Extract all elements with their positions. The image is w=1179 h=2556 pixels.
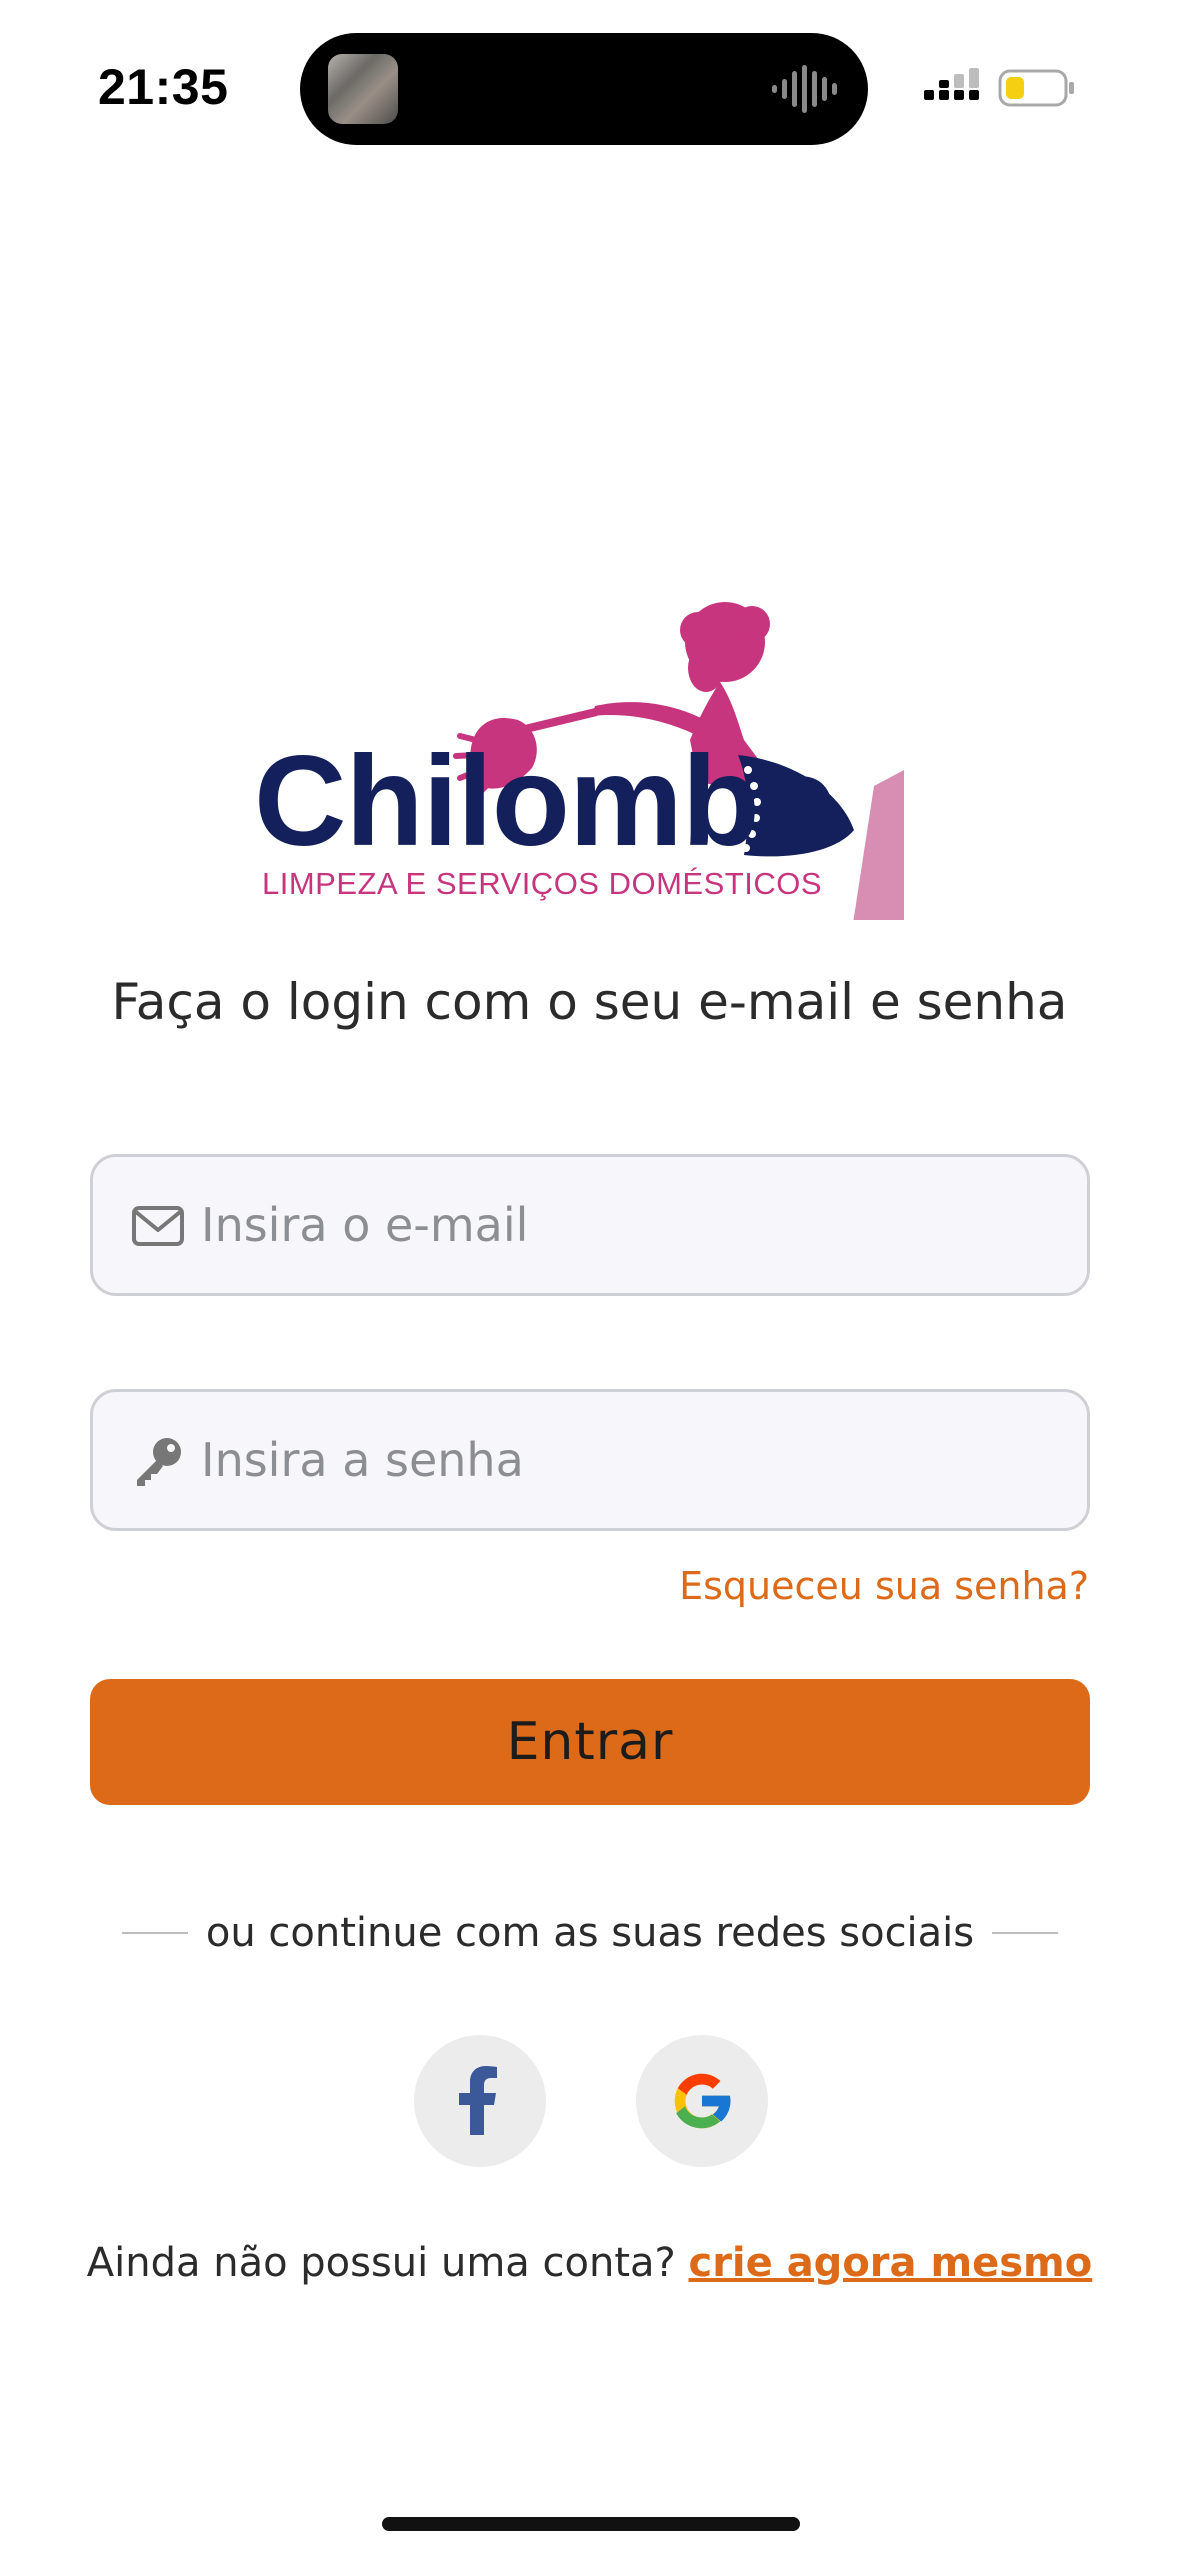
social-divider: ou continue com as suas redes sociais <box>122 1905 1059 1961</box>
password-field[interactable] <box>90 1389 1090 1531</box>
dynamic-island[interactable] <box>300 33 868 145</box>
cellular-signal-icon <box>924 68 979 100</box>
google-icon <box>674 2073 732 2129</box>
email-input[interactable] <box>201 1157 1061 1293</box>
divider-line-left <box>122 1932 188 1934</box>
divider-text: ou continue com as suas redes sociais <box>205 1910 975 1956</box>
home-indicator[interactable] <box>382 2517 800 2531</box>
signup-prompt: Ainda não possui uma conta? <box>86 2240 689 2286</box>
password-input[interactable] <box>201 1392 1061 1528</box>
battery-icon <box>998 69 1074 107</box>
audio-waveform-icon <box>772 65 837 113</box>
signup-row: Ainda não possui uma conta? crie agora m… <box>0 2240 1179 2286</box>
facebook-login-button[interactable] <box>414 2035 546 2167</box>
facebook-icon <box>459 2066 497 2135</box>
divider-line-right <box>992 1932 1059 1934</box>
forgot-password-link[interactable]: Esqueceu sua senha? <box>679 1564 1089 1608</box>
page-title: Faça o login com o seu e-mail e senha <box>111 973 1068 1031</box>
login-button[interactable]: Entrar <box>90 1679 1090 1805</box>
now-playing-artwork[interactable] <box>328 54 398 124</box>
chilombo-logo: Chilombo LIMPEZA E SERVIÇOS DOMÉSTICOS <box>250 590 940 920</box>
logo-wordmark: Chilombo <box>254 730 837 873</box>
google-login-button[interactable] <box>636 2035 768 2167</box>
status-time: 21:35 <box>98 59 229 115</box>
signup-link[interactable]: crie agora mesmo <box>688 2240 1092 2286</box>
email-field[interactable] <box>90 1154 1090 1296</box>
logo-tagline: LIMPEZA E SERVIÇOS DOMÉSTICOS <box>262 866 822 901</box>
mail-icon <box>132 1206 184 1246</box>
key-icon <box>137 1438 181 1486</box>
